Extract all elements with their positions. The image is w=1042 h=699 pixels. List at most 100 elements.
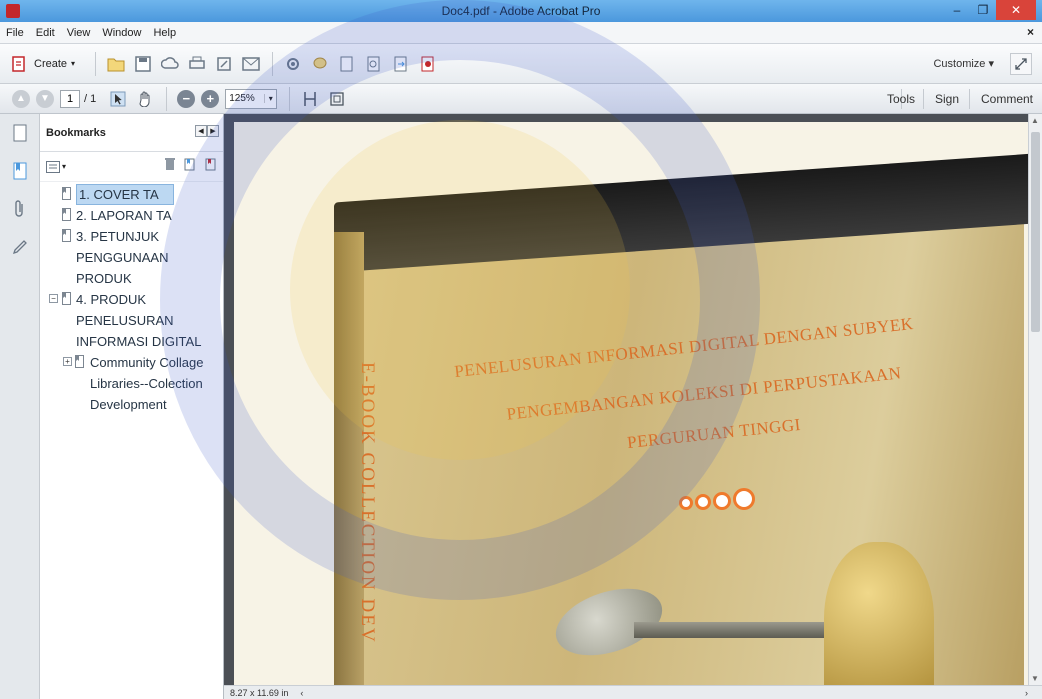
menu-help[interactable]: Help <box>153 27 176 39</box>
tab-tools[interactable]: Tools <box>887 84 915 114</box>
tab-comment[interactable]: Comment <box>981 84 1033 114</box>
email-icon[interactable] <box>241 54 261 74</box>
customize-label: Customize <box>933 58 986 70</box>
bookmark-ribbon-icon <box>62 187 71 200</box>
status-bar: 8.27 x 11.69 in ‹ › <box>224 685 1042 699</box>
expand-toolbar-icon[interactable] <box>1010 53 1032 75</box>
close-document-icon[interactable]: × <box>1027 25 1034 39</box>
bookmarks-title: Bookmarks <box>46 126 106 139</box>
cloud-upload-icon[interactable] <box>160 54 180 74</box>
bookmark-item[interactable]: 2. LAPORAN TA <box>40 205 223 226</box>
window-title: Doc4.pdf - Adobe Acrobat Pro <box>441 4 601 18</box>
bookmark-label: 3. PETUNJUK PENGGUNAAN PRODUK <box>76 229 169 286</box>
document-export-icon[interactable] <box>391 54 411 74</box>
bookmark-from-selection-icon[interactable] <box>205 158 217 174</box>
bookmark-ribbon-icon <box>62 208 71 221</box>
zoom-level-select[interactable]: 125% ▾ <box>225 88 278 109</box>
restore-button[interactable]: ❐ <box>970 0 996 20</box>
collapse-panel-icon[interactable]: ◀ <box>195 125 207 137</box>
bookmark-item[interactable]: − 4. PRODUK PENELUSURAN INFORMASI DIGITA… <box>40 289 223 352</box>
spine-title: E-BOOK COLLECTION DEV <box>357 362 378 644</box>
bookmark-item[interactable]: 3. PETUNJUK PENGGUNAAN PRODUK <box>40 226 223 289</box>
select-cursor-icon[interactable] <box>108 89 128 109</box>
tab-sign[interactable]: Sign <box>935 84 959 114</box>
minimize-button[interactable]: – <box>944 0 970 20</box>
menu-file[interactable]: File <box>6 27 24 39</box>
create-label: Create <box>34 57 68 70</box>
toolbar-divider <box>95 51 97 76</box>
dot-icon <box>679 496 693 510</box>
expand-panel-icon[interactable]: ▶ <box>207 125 219 137</box>
previous-page-icon[interactable]: ▲ <box>12 89 30 108</box>
edit-document-icon[interactable] <box>214 54 234 74</box>
fit-page-icon[interactable] <box>300 89 320 109</box>
bookmark-label: Community Collage Libraries--Colection D… <box>90 355 204 412</box>
decorative-dots <box>679 488 757 510</box>
create-button[interactable]: Create ▾ <box>10 55 75 73</box>
navigation-toolbar: ▲ ▼ / 1 − + 125% ▾ Tools Sign Comment <box>0 84 1042 114</box>
page-thumbnails-icon[interactable] <box>10 122 30 144</box>
scroll-left-icon[interactable]: ‹ <box>300 688 303 698</box>
vertical-scrollbar[interactable]: ▲ ▼ <box>1028 114 1042 685</box>
collapse-bookmark-icon[interactable]: − <box>49 294 58 303</box>
next-page-icon[interactable]: ▼ <box>36 89 54 108</box>
bookmark-label: 1. COVER TA <box>76 184 174 205</box>
bookmark-actions <box>156 158 217 174</box>
toolbar-divider <box>272 51 274 76</box>
zoom-out-icon[interactable]: − <box>177 89 196 108</box>
bookmark-label: 2. LAPORAN TA <box>76 208 172 223</box>
page-size-readout: 8.27 x 11.69 in <box>230 687 289 698</box>
tab-divider <box>923 89 924 109</box>
navigation-pane-rail <box>0 114 40 699</box>
document-search-icon[interactable] <box>364 54 384 74</box>
bookmark-label: 4. PRODUK PENELUSURAN INFORMASI DIGITAL <box>76 292 202 349</box>
settings-gear-icon[interactable] <box>283 54 303 74</box>
comment-bubble-icon[interactable] <box>310 54 330 74</box>
chevron-down-icon: ▾ <box>71 59 76 68</box>
hand-tool-icon[interactable] <box>135 89 155 109</box>
open-folder-icon[interactable] <box>106 54 126 74</box>
bookmarks-header: Bookmarks ◀ ▶ <box>40 114 223 152</box>
scroll-down-icon[interactable]: ▼ <box>1031 674 1039 683</box>
scroll-up-icon[interactable]: ▲ <box>1031 116 1039 125</box>
scroll-right-icon[interactable]: › <box>1025 688 1028 698</box>
save-icon[interactable] <box>133 54 153 74</box>
bookmark-ribbon-icon <box>62 292 71 305</box>
menu-window[interactable]: Window <box>102 27 141 39</box>
customize-menu[interactable]: Customize ▾ <box>933 57 994 70</box>
signatures-pen-icon[interactable] <box>10 236 30 258</box>
close-button[interactable]: ✕ <box>996 0 1036 20</box>
panel-collapse-controls: ◀ ▶ <box>195 125 219 137</box>
bookmark-ribbon-icon <box>62 229 71 242</box>
full-screen-icon[interactable] <box>327 89 347 109</box>
attachments-paperclip-icon[interactable] <box>10 198 30 220</box>
delete-bookmark-icon[interactable] <box>165 158 175 174</box>
page-number-input[interactable] <box>60 89 80 108</box>
pdf-page: E-BOOK COLLECTION DEV PENELUSURAN INFORM… <box>234 122 1030 685</box>
bookmarks-panel: Bookmarks ◀ ▶ ▾ 1. COVER TA 2. LAPORAN T… <box>40 114 224 699</box>
new-bookmark-icon[interactable] <box>184 158 196 174</box>
menu-view[interactable]: View <box>67 27 91 39</box>
page-total: / 1 <box>84 92 97 105</box>
bookmark-item[interactable]: 1. COVER TA <box>40 184 223 205</box>
create-document-icon <box>12 55 25 72</box>
toolbar-divider <box>289 86 291 111</box>
bookmarks-toolbar: ▾ <box>40 152 223 182</box>
document-help-icon[interactable] <box>418 54 438 74</box>
bookmark-item[interactable]: + Community Collage Libraries--Colection… <box>40 352 223 415</box>
title-bar: Doc4.pdf - Adobe Acrobat Pro – ❐ ✕ <box>0 0 1042 22</box>
bookmark-options-button[interactable]: ▾ <box>46 160 66 173</box>
document-icon[interactable] <box>337 54 357 74</box>
zoom-in-icon[interactable]: + <box>201 89 220 108</box>
dot-icon <box>733 488 755 510</box>
document-viewport[interactable]: E-BOOK COLLECTION DEV PENELUSURAN INFORM… <box>224 114 1042 685</box>
scrollbar-thumb[interactable] <box>1031 132 1040 332</box>
key-shaft-image <box>634 622 834 638</box>
expand-bookmark-icon[interactable]: + <box>63 357 72 366</box>
dot-icon <box>695 494 711 510</box>
print-icon[interactable] <box>187 54 207 74</box>
window-controls: – ❐ ✕ <box>944 0 1036 20</box>
bookmarks-panel-icon[interactable] <box>10 160 30 182</box>
bookmark-ribbon-icon <box>75 355 84 368</box>
menu-edit[interactable]: Edit <box>36 27 55 39</box>
